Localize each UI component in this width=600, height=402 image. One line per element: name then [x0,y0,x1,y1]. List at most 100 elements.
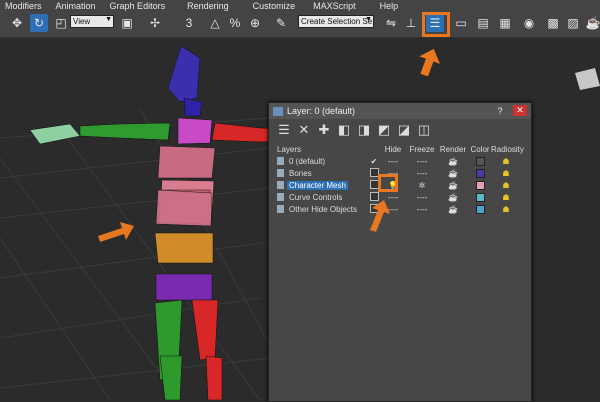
help-button[interactable]: ? [493,105,507,116]
hide-all-layers-icon[interactable]: ◪ [397,122,411,137]
current-layer-check[interactable]: ✔ [369,157,379,166]
col-radiosity[interactable]: Radiosity [491,145,524,154]
scale-icon[interactable]: ◰ [52,14,70,32]
table-row[interactable]: Bones ---- ---- ☕ ☗ [277,167,522,179]
radiosity-icon[interactable]: ☗ [491,169,521,178]
radiosity-icon[interactable]: ☗ [491,193,521,202]
menu-rendering[interactable]: Rendering [187,1,229,11]
freeze-toggle[interactable]: ---- [407,169,437,178]
layer-icon [277,193,284,201]
layer-icon [277,181,284,189]
layer-color-swatch[interactable] [475,204,485,214]
layer-color-swatch[interactable] [475,156,485,166]
material-editor-icon[interactable]: ◉ [520,14,538,32]
delete-layer-icon[interactable]: ✕ [297,122,311,137]
pivot-center-icon[interactable]: ▣ [118,14,136,32]
col-render[interactable]: Render [437,145,469,154]
ribbon-icon[interactable]: ▭ [452,14,470,32]
menu-bar: Modifiers Animation Graph Editors Render… [0,0,600,11]
schematic-view-icon[interactable]: ▦ [496,14,514,32]
freeze-toggle[interactable]: ---- [407,205,437,214]
orange-arrow-icon [98,222,134,242]
freeze-snowflake-icon[interactable]: ✲ [407,181,437,190]
render-setup-icon[interactable]: ▩ [544,14,562,32]
layer-name[interactable]: Character Mesh [287,180,348,190]
orange-arrow-icon [419,48,440,76]
table-row[interactable]: 0 (default) ✔ ---- ---- ☕ ☗ [277,155,522,167]
freeze-all-layers-icon[interactable]: ◫ [417,122,431,137]
col-freeze[interactable]: Freeze [407,145,437,154]
view-dropdown-label: View [73,17,91,26]
dialog-titlebar[interactable]: Layer: 0 (default) ? ✕ [269,103,531,119]
select-in-layer-icon[interactable]: ◨ [357,122,371,137]
chevron-down-icon: ▼ [365,16,372,23]
table-row[interactable]: Other Hide Objects ---- ---- ☕ ☗ [277,203,522,215]
table-row[interactable]: Curve Controls ---- ---- ☕ ☗ [277,191,522,203]
align-icon[interactable]: ⊥ [402,14,420,32]
layer-icon [277,169,284,177]
layer-icon [277,157,284,165]
layers-icon[interactable]: ☰ [277,122,291,137]
highlight-layer-icon[interactable]: ◩ [377,122,391,137]
reference-coordinate-dropdown[interactable]: View ▼ [70,15,114,28]
menu-maxscript[interactable]: MAXScript [313,1,356,11]
menu-graph-editors[interactable]: Graph Editors [110,1,166,11]
col-color[interactable]: Color [469,145,491,154]
chevron-down-icon: ▼ [105,16,112,23]
radiosity-icon[interactable]: ☗ [491,181,521,190]
layer-color-swatch[interactable] [475,192,485,202]
edit-named-selection-icon[interactable]: ✎ [272,14,290,32]
layer-name[interactable]: Curve Controls [287,193,344,202]
layer-color-swatch[interactable] [475,180,485,190]
layer-name[interactable]: Bones [287,169,314,178]
hide-toggle-highlight [378,174,398,192]
percent-snap-icon[interactable]: % [226,14,244,32]
add-to-layer-icon[interactable]: ◧ [337,122,351,137]
radiosity-icon[interactable]: ☗ [491,157,521,166]
menu-modifiers[interactable]: Modifiers [5,1,42,11]
table-row[interactable]: Character Mesh 💡 ✲ ☕ ☗ [277,179,522,191]
radiosity-icon[interactable]: ☗ [491,205,521,214]
spinner-snap-icon[interactable]: ⊕ [246,14,264,32]
hide-toggle[interactable]: ---- [379,157,407,166]
character-rig [29,45,301,400]
menu-animation[interactable]: Animation [56,1,96,11]
layer-icon [277,205,284,213]
render-teapot-icon[interactable]: ☕ [437,169,469,178]
select-manipulate-icon[interactable]: ✢ [146,14,164,32]
orange-arrow-icon [370,200,390,232]
layer-manager-highlight [422,12,450,37]
rotate-icon[interactable]: ↻ [30,14,48,32]
angle-snap-icon[interactable]: △ [206,14,224,32]
create-layer-icon[interactable]: ✚ [317,122,331,137]
mirror-icon[interactable]: ⇋ [382,14,400,32]
menu-help[interactable]: Help [380,1,399,11]
curve-editor-icon[interactable]: ▤ [474,14,492,32]
layer-color-swatch[interactable] [475,168,485,178]
move-icon[interactable]: ✥ [8,14,26,32]
snaps-toggle-icon[interactable]: 3 [180,14,198,32]
layer-manager-title-icon [273,106,283,116]
rendered-frame-icon[interactable]: ▨ [564,14,582,32]
render-teapot-icon[interactable]: ☕ [437,157,469,166]
render-production-icon[interactable]: ☕ [584,14,600,32]
menu-customize[interactable]: Customize [253,1,296,11]
layer-name[interactable]: 0 (default) [287,157,327,166]
close-button[interactable]: ✕ [513,105,527,116]
freeze-toggle[interactable]: ---- [407,193,437,202]
layer-name[interactable]: Other Hide Objects [287,205,359,214]
viewcube-icon[interactable] [575,68,600,90]
render-teapot-icon[interactable]: ☕ [437,205,469,214]
layer-table: Layers Hide Freeze Render Color Radiosit… [277,143,524,215]
col-layers[interactable]: Layers [277,145,369,154]
selection-set-label: Create Selection Se [301,17,373,26]
freeze-toggle[interactable]: ---- [407,157,437,166]
dialog-title: Layer: 0 (default) [287,106,356,116]
main-toolbar: ✥ ↻ ◰ View ▼ ▣ ✢ 3 △ % ⊕ ✎ Create Selecti… [0,11,600,38]
table-header: Layers Hide Freeze Render Color Radiosit… [277,143,524,155]
named-selection-set-dropdown[interactable]: Create Selection Se ▼ [298,15,374,28]
render-teapot-icon[interactable]: ☕ [437,193,469,202]
layer-toolbar: ☰ ✕ ✚ ◧ ◨ ◩ ◪ ◫ [269,119,531,141]
render-teapot-icon[interactable]: ☕ [437,181,469,190]
col-hide[interactable]: Hide [379,145,407,154]
